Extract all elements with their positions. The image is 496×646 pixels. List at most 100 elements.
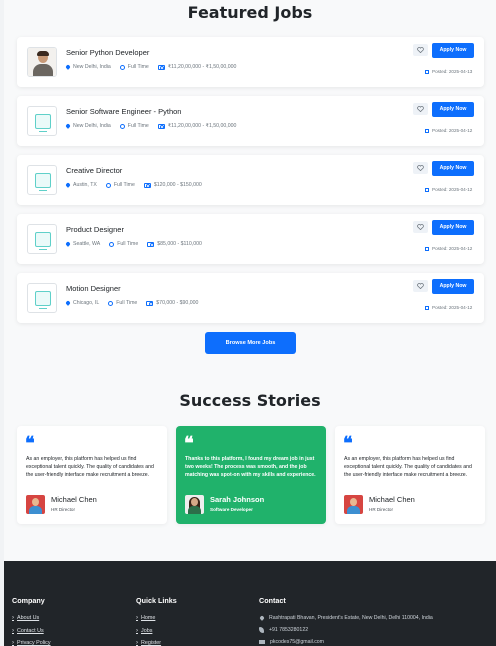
footer-link-privacy[interactable]: › Privacy Policy <box>12 640 51 646</box>
apply-now-button[interactable]: Apply Now <box>432 43 474 58</box>
favorite-button[interactable] <box>413 221 428 233</box>
testimonial-role: HR Director <box>51 507 75 512</box>
job-card[interactable]: Senior Python Developer New Delhi, India… <box>17 37 484 87</box>
chevron-right-icon: › <box>12 628 14 634</box>
footer-link-label[interactable]: Privacy Policy <box>17 640 51 646</box>
featured-jobs-title: Featured Jobs <box>187 3 313 22</box>
footer-contact-heading: Contact <box>259 596 286 605</box>
footer-link-label[interactable]: Home <box>141 615 155 621</box>
job-type: Full Time <box>116 300 138 306</box>
job-location: New Delhi, India <box>73 123 111 129</box>
footer-email: pkcodes75@gmail.com <box>259 639 324 645</box>
heart-icon <box>417 224 424 230</box>
footer-link-label[interactable]: Register <box>141 640 161 646</box>
footer-link-jobs[interactable]: › Jobs <box>136 628 152 634</box>
apply-now-button[interactable]: Apply Now <box>432 161 474 176</box>
heart-icon <box>417 283 424 289</box>
posted-text: Posted: 2025-04-13 <box>432 69 473 74</box>
apply-now-button[interactable]: Apply Now <box>432 102 474 117</box>
company-logo <box>27 283 57 313</box>
favorite-button[interactable] <box>413 280 428 292</box>
chevron-right-icon: › <box>12 640 14 646</box>
footer-phone: +91 7853280122 <box>259 627 308 633</box>
job-meta: Austin, TX Full Time $120,000 - $150,000 <box>66 182 211 188</box>
testimonial-card: ❝ As an employer, this platform has help… <box>335 426 485 524</box>
heart-icon <box>417 165 424 171</box>
company-logo <box>27 224 57 254</box>
avatar <box>185 495 204 514</box>
job-location: Seattle, WA <box>73 241 101 247</box>
posted-date: Posted: 2025-04-12 <box>425 305 472 310</box>
clock-icon <box>108 300 114 306</box>
placeholder-image-icon <box>35 291 51 309</box>
job-card[interactable]: Senior Software Engineer - Python New De… <box>17 96 484 146</box>
job-title[interactable]: Product Designer <box>66 225 124 234</box>
job-type: Full Time <box>117 241 139 247</box>
clock-icon <box>105 182 111 188</box>
location-pin-icon <box>66 301 70 306</box>
chevron-right-icon: › <box>136 628 138 634</box>
apply-now-button[interactable]: Apply Now <box>432 220 474 235</box>
testimonial-text: Thanks to this platform, I found my drea… <box>185 456 316 479</box>
location-pin-icon <box>66 242 70 247</box>
footer-link-label[interactable]: Jobs <box>141 628 152 634</box>
placeholder-image-icon <box>35 114 51 132</box>
money-icon <box>143 182 151 188</box>
footer-company-heading: Company <box>12 596 45 605</box>
posted-text: Posted: 2025-04-12 <box>432 305 473 310</box>
job-title[interactable]: Motion Designer <box>66 284 121 293</box>
browse-more-jobs-button[interactable]: Browse More Jobs <box>205 332 296 354</box>
job-card[interactable]: Creative Director Austin, TX Full Time $… <box>17 155 484 205</box>
quote-icon: ❝ <box>184 433 194 454</box>
footer-link-contact[interactable]: › Contact Us <box>12 628 44 634</box>
footer-link-label[interactable]: Contact Us <box>17 628 44 634</box>
placeholder-image-icon <box>35 173 51 191</box>
quote-icon: ❝ <box>343 433 353 454</box>
footer-link-about[interactable]: › About Us <box>12 615 39 621</box>
footer-address: Rashtrapati Bhavan, President's Estate, … <box>259 615 433 621</box>
job-title[interactable]: Senior Python Developer <box>66 48 149 57</box>
job-type: Full Time <box>127 123 149 129</box>
calendar-icon <box>425 69 429 74</box>
money-icon <box>146 300 154 306</box>
job-title[interactable]: Creative Director <box>66 166 122 175</box>
avatar <box>344 495 363 514</box>
calendar-icon <box>425 305 429 310</box>
location-pin-icon <box>259 615 265 621</box>
heart-icon <box>417 47 424 53</box>
footer-link-label[interactable]: About Us <box>17 615 39 621</box>
testimonial-name: Michael Chen <box>51 495 97 504</box>
testimonial-role: HR Director <box>369 507 393 512</box>
money-icon <box>157 123 165 129</box>
job-title[interactable]: Senior Software Engineer - Python <box>66 107 181 116</box>
job-type: Full Time <box>113 182 135 188</box>
company-logo <box>27 47 57 77</box>
apply-now-button[interactable]: Apply Now <box>432 279 474 294</box>
testimonial-name: Michael Chen <box>369 495 415 504</box>
favorite-button[interactable] <box>413 44 428 56</box>
job-card[interactable]: Motion Designer Chicago, IL Full Time $7… <box>17 273 484 323</box>
job-location: Chicago, IL <box>73 300 100 306</box>
chevron-right-icon: › <box>12 615 14 621</box>
favorite-button[interactable] <box>413 103 428 115</box>
quote-icon: ❝ <box>25 433 35 454</box>
clock-icon <box>119 123 125 129</box>
calendar-icon <box>425 246 429 251</box>
company-logo <box>27 106 57 136</box>
posted-date: Posted: 2025-04-12 <box>425 187 472 192</box>
job-meta: New Delhi, India Full Time ₹11,20,00,000… <box>66 123 245 129</box>
footer-link-register[interactable]: › Register <box>136 640 161 646</box>
job-meta: Seattle, WA Full Time $85,000 - $110,000 <box>66 241 211 247</box>
testimonial-role: Software Developer <box>210 507 253 512</box>
job-card[interactable]: Product Designer Seattle, WA Full Time $… <box>17 214 484 264</box>
posted-text: Posted: 2025-04-12 <box>432 128 473 133</box>
job-type: Full Time <box>127 64 149 70</box>
job-location: Austin, TX <box>73 182 97 188</box>
footer-link-home[interactable]: › Home <box>136 615 155 621</box>
success-stories-title: Success Stories <box>179 391 321 410</box>
calendar-icon <box>425 187 429 192</box>
money-icon <box>147 241 155 247</box>
address-text: Rashtrapati Bhavan, President's Estate, … <box>269 615 433 621</box>
favorite-button[interactable] <box>413 162 428 174</box>
location-pin-icon <box>66 65 70 70</box>
